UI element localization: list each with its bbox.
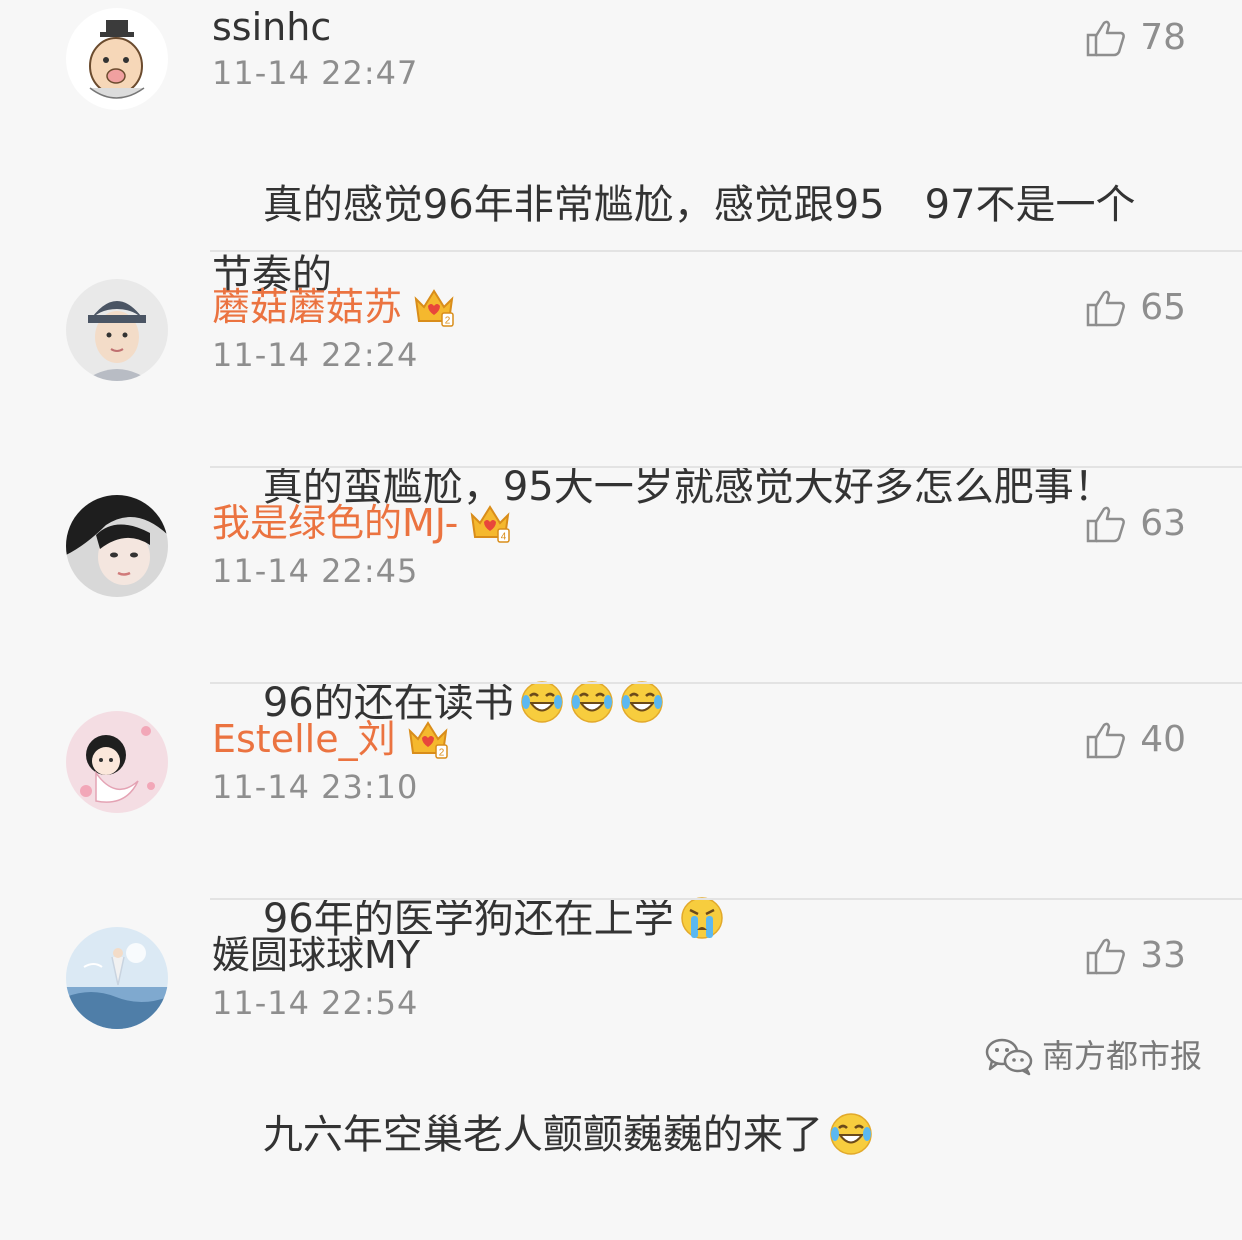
avatar[interactable] — [66, 279, 168, 381]
divider — [210, 682, 1242, 684]
divider — [210, 898, 1242, 900]
thumbs-up-icon — [1086, 938, 1126, 975]
thumbs-up-icon — [1086, 290, 1126, 327]
thumbs-up-icon — [1086, 20, 1126, 57]
like-count: 40 — [1140, 719, 1186, 760]
timestamp: 11-14 22:47 — [212, 54, 419, 92]
vip-crown-icon: 2 — [414, 289, 454, 327]
timestamp: 11-14 22:54 — [212, 984, 419, 1022]
like-button[interactable]: 63 — [1086, 502, 1186, 546]
comment-body: 九六年空巢老人颤颤巍巍的来了 — [262, 1112, 823, 1158]
like-button[interactable]: 65 — [1086, 286, 1186, 330]
thumbs-up-icon — [1086, 506, 1126, 543]
laugh-cry-emoji-icon — [521, 681, 563, 723]
like-button[interactable]: 33 — [1086, 934, 1186, 978]
watermark-text: 南方都市报 — [1041, 1037, 1202, 1075]
vip-level: 4 — [501, 532, 507, 543]
watermark: 南方都市报 — [984, 1034, 1202, 1078]
avatar[interactable] — [66, 927, 168, 1029]
vip-crown-icon: 2 — [408, 721, 448, 759]
laugh-cry-emoji-icon — [571, 681, 613, 723]
avatar[interactable] — [66, 495, 168, 597]
vip-level: 2 — [445, 316, 451, 327]
username-text[interactable]: 蘑菇蘑菇苏 — [212, 284, 402, 330]
timestamp: 11-14 22:45 — [212, 552, 419, 590]
comment-body: 真的感觉96年非常尴尬，感觉跟95 97不是一个节奏的 — [212, 182, 1136, 298]
timestamp: 11-14 23:10 — [212, 768, 419, 806]
username-text[interactable]: 媛圆球球MY — [212, 932, 420, 978]
like-count: 33 — [1140, 935, 1186, 976]
timestamp: 11-14 22:24 — [212, 336, 419, 374]
avatar[interactable] — [66, 711, 168, 813]
like-count: 63 — [1140, 503, 1186, 544]
laugh-cry-emoji-icon — [830, 1113, 872, 1155]
username[interactable]: 我是绿色的MJ- 4 — [212, 500, 512, 546]
crying-emoji-icon — [681, 897, 723, 939]
vip-level: 2 — [438, 748, 444, 759]
username[interactable]: Estelle_刘 2 — [212, 716, 450, 762]
like-count: 65 — [1140, 287, 1186, 328]
username-text[interactable]: ssinhc — [212, 4, 331, 50]
like-button[interactable]: 40 — [1086, 718, 1186, 762]
username-text[interactable]: 我是绿色的MJ- — [212, 500, 458, 546]
username[interactable]: 蘑菇蘑菇苏 2 — [212, 284, 456, 330]
username[interactable]: ssinhc — [212, 4, 331, 50]
vip-crown-icon: 4 — [470, 505, 511, 543]
thumbs-up-icon — [1086, 722, 1126, 759]
like-button[interactable]: 78 — [1086, 16, 1186, 60]
like-count: 78 — [1140, 17, 1186, 58]
username-text[interactable]: Estelle_刘 — [212, 716, 396, 762]
divider — [210, 250, 1242, 252]
avatar[interactable] — [66, 8, 168, 110]
laugh-cry-emoji-icon — [621, 681, 663, 723]
username[interactable]: 媛圆球球MY — [212, 932, 420, 978]
wechat-icon — [985, 1038, 1033, 1076]
divider — [210, 466, 1242, 468]
